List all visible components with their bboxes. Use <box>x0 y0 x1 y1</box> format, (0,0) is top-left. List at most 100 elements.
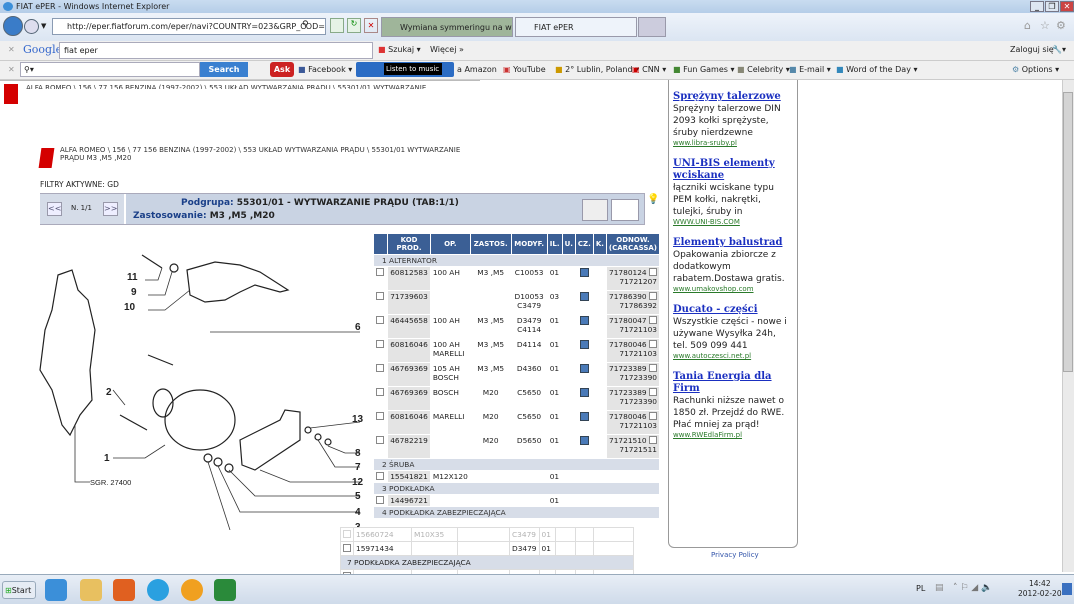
app-taskbar-icon[interactable] <box>181 579 203 601</box>
new-tab-button[interactable] <box>638 17 666 37</box>
minimize-button[interactable]: _ <box>1030 1 1044 12</box>
odnow-checkbox[interactable] <box>649 340 657 348</box>
parts-catalog-icon[interactable] <box>579 340 589 349</box>
language-indicator[interactable]: PL <box>916 584 925 593</box>
ad-title[interactable]: UNI-BIS elementy wciskane <box>673 158 793 182</box>
ask-search-input[interactable]: ⚲▾ <box>20 62 200 77</box>
ad-url[interactable]: www.RWEdlaFirm.pl <box>673 431 793 439</box>
odnow-checkbox[interactable] <box>649 412 657 420</box>
table-row[interactable]: 46769369 105 AH BOSCH M3 ,M5 D4360 01 71… <box>372 362 661 387</box>
odnow-checkbox[interactable] <box>649 436 657 444</box>
address-bar[interactable]: http://eper.fiatforum.com/eper/navi?COUN… <box>52 18 326 35</box>
prev-page-button[interactable]: << <box>47 202 62 216</box>
tray-icons[interactable]: ˄ ⚐ ◢ 🔈 <box>953 583 992 593</box>
close-toolbar-icon[interactable]: ✕ <box>8 41 15 58</box>
row-checkbox[interactable] <box>376 316 384 324</box>
amazon-link[interactable]: a Amazon <box>457 61 497 78</box>
ad-url[interactable]: www.umakovshop.com <box>673 285 793 293</box>
part-code[interactable]: 15971434 <box>353 541 412 556</box>
more-button[interactable]: Więcej » <box>430 41 464 58</box>
ad-item[interactable]: UNI-BIS elementy wciskane łączniki wciska… <box>673 158 793 226</box>
keyboard-icon[interactable]: ▤ <box>935 583 944 593</box>
ad-title[interactable]: Ducato - części <box>673 304 793 316</box>
table-row[interactable]: 60812583 100 AH M3 ,M5 C10053 01 7178012… <box>372 266 661 291</box>
part-code[interactable]: 60816046 <box>387 338 431 363</box>
home-icon[interactable]: ⌂ <box>1024 19 1031 32</box>
ask-logo[interactable]: Ask <box>270 62 294 77</box>
parts-catalog-icon[interactable] <box>579 436 589 445</box>
login-link[interactable]: Zaloguj się <box>1010 41 1054 58</box>
part-code[interactable]: 46782219 <box>387 434 431 459</box>
celebrity-button[interactable]: ■ Celebrity ▾ <box>737 61 790 78</box>
row-checkbox[interactable] <box>343 530 351 538</box>
restore-button[interactable]: ❐ <box>1045 1 1059 12</box>
tab-fiat-eper[interactable]: FIAT ePER <box>515 17 637 37</box>
part-code[interactable]: 71739603 <box>387 290 431 315</box>
excel-taskbar-icon[interactable] <box>214 579 236 601</box>
row-checkbox[interactable] <box>376 436 384 444</box>
ad-item[interactable]: Elementy balustrad Opakowania zbiorcze z … <box>673 237 793 293</box>
ad-item[interactable]: Sprężyny talerzowe Sprężyny talerzowe DIN… <box>673 91 793 147</box>
part-code[interactable]: 46445658 <box>387 314 431 339</box>
hint-bulb-icon[interactable]: 💡 <box>647 194 659 205</box>
youtube-link[interactable]: ▣ YouTube <box>503 61 546 78</box>
tab-wymiana[interactable]: Wymiana symmeringu na wa... <box>381 17 513 37</box>
row-checkbox[interactable] <box>376 388 384 396</box>
media-player-taskbar-icon[interactable] <box>113 579 135 601</box>
table-row[interactable]: 46445658 100 AH M3 ,M5 D3479 C4114 01 71… <box>372 314 661 339</box>
skype-taskbar-icon[interactable] <box>147 579 169 601</box>
table-row[interactable]: 46769369 BOSCH M20 C5650 01 71723389 717… <box>372 386 661 411</box>
part-code[interactable]: 46769369 <box>387 362 431 387</box>
parts-catalog-icon[interactable] <box>579 316 589 325</box>
gear-icon[interactable]: ⚙ <box>1056 19 1066 32</box>
row-checkbox[interactable] <box>376 364 384 372</box>
ad-url[interactable]: www.libra-sruby.pl <box>673 139 793 147</box>
refresh-button[interactable]: ↻ <box>347 18 361 33</box>
music-player[interactable]: Listen to music <box>356 62 454 77</box>
stop-button[interactable]: ✕ <box>364 18 378 33</box>
facebook-button[interactable]: ■ Facebook ▾ <box>298 61 352 78</box>
ask-search-button[interactable]: Search <box>200 62 248 77</box>
ad-item[interactable]: Tania Energia dla Firm Rachunki niższe na… <box>673 371 793 439</box>
table-row[interactable]: 60816046 100 AH MARELLI M3 ,M5 D4114 01 … <box>372 338 661 363</box>
ad-url[interactable]: WWW.UNI-BIS.COM <box>673 218 793 226</box>
row-checkbox[interactable] <box>376 292 384 300</box>
fun-games-button[interactable]: ■ Fun Games ▾ <box>673 61 735 78</box>
row-checkbox[interactable] <box>376 412 384 420</box>
compat-view-button[interactable] <box>330 18 344 33</box>
weather-button[interactable]: ■ 2° Lublin, Poland ▾ <box>555 61 639 78</box>
odnow-checkbox[interactable] <box>649 292 657 300</box>
privacy-policy-link[interactable]: Privacy Policy <box>711 551 759 559</box>
history-dropdown-icon[interactable]: ▼ <box>41 22 46 30</box>
row-checkbox[interactable] <box>376 268 384 276</box>
search-icon[interactable]: ⚲ <box>302 20 309 30</box>
clock[interactable]: 14:42 2012-02-20 <box>1018 579 1062 599</box>
table-row[interactable]: 15971434 D3479 01 <box>340 541 634 556</box>
next-page-button[interactable]: >> <box>103 202 118 216</box>
part-code[interactable]: 60816046 <box>387 410 431 435</box>
odnow-checkbox[interactable] <box>649 268 657 276</box>
options-button[interactable]: ⚙ Options ▾ <box>1012 61 1059 78</box>
table-row[interactable]: 14496721 01 <box>372 494 661 507</box>
table-row[interactable]: 15660724 M10X35 C3479 01 <box>340 527 634 542</box>
close-toolbar-icon[interactable]: ✕ <box>8 61 15 78</box>
word-of-day-button[interactable]: ■ Word of the Day ▾ <box>836 61 918 78</box>
back-button[interactable] <box>3 16 23 36</box>
wrench-icon[interactable]: 🔧▾ <box>1052 41 1066 58</box>
parts-catalog-icon[interactable] <box>579 388 589 397</box>
part-code[interactable]: 46769369 <box>387 386 431 411</box>
google-search-button[interactable]: ■ Szukaj ▾ <box>378 41 421 58</box>
drawing-view-button[interactable] <box>582 199 608 221</box>
close-button[interactable]: ✕ <box>1060 1 1074 12</box>
cnn-button[interactable]: ▣ CNN ▾ <box>632 61 666 78</box>
favorites-icon[interactable]: ☆ <box>1040 19 1050 32</box>
show-desktop-button[interactable] <box>1062 583 1072 595</box>
row-checkbox[interactable] <box>376 340 384 348</box>
parts-catalog-icon[interactable] <box>579 292 589 301</box>
scrollbar-thumb[interactable] <box>1063 92 1073 372</box>
ad-title[interactable]: Tania Energia dla Firm <box>673 371 793 395</box>
part-code[interactable]: 60812583 <box>387 266 431 291</box>
ad-url[interactable]: www.autoczesci.net.pl <box>673 352 793 360</box>
row-checkbox[interactable] <box>343 544 351 552</box>
row-checkbox[interactable] <box>376 496 384 504</box>
